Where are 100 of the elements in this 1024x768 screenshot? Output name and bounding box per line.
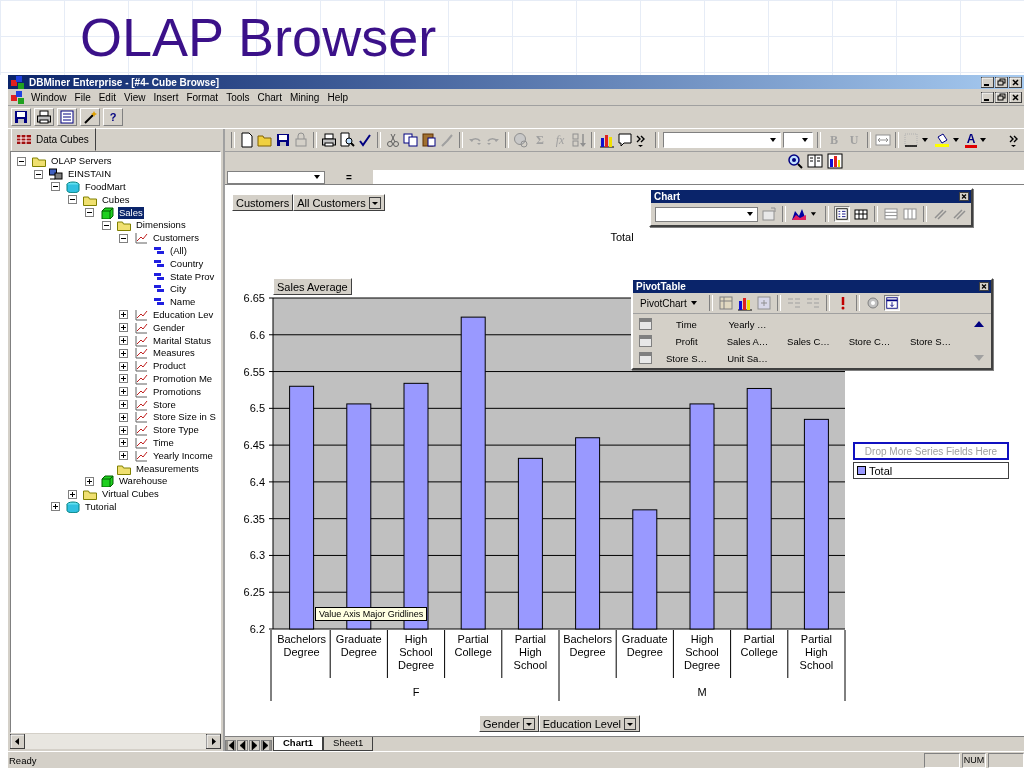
expander-icon[interactable] <box>34 169 43 179</box>
copy-icon[interactable] <box>403 132 419 148</box>
close-button[interactable] <box>1009 91 1022 103</box>
chart-wizard-icon[interactable] <box>827 153 843 169</box>
expander-icon[interactable] <box>119 425 128 435</box>
legend-icon[interactable] <box>834 206 850 222</box>
tree-item[interactable]: EINSTAIN <box>67 168 113 181</box>
tree-item[interactable]: Virtual Cubes <box>101 488 160 501</box>
data-table-icon[interactable] <box>853 206 869 222</box>
expander-icon[interactable] <box>119 336 128 346</box>
book-icon[interactable] <box>807 153 823 169</box>
scroll-up-icon[interactable] <box>973 320 985 328</box>
previous-sheet-button[interactable] <box>237 740 248 751</box>
tree-item[interactable]: (All) <box>169 244 188 257</box>
field-button[interactable]: Sales Average <box>273 278 352 295</box>
expander-icon[interactable] <box>102 220 111 230</box>
menu-item[interactable]: Help <box>324 91 351 103</box>
menu-button[interactable]: PivotChart <box>637 295 704 311</box>
restore-button[interactable] <box>995 91 1008 103</box>
restore-button[interactable] <box>995 76 1008 88</box>
list-button[interactable] <box>57 108 77 126</box>
tree-item[interactable]: Promotion Me <box>152 372 214 385</box>
tree-item[interactable]: City <box>169 283 188 296</box>
print-preview-icon[interactable] <box>339 132 355 148</box>
field-item[interactable]: Time <box>656 318 717 330</box>
field-item[interactable]: Unit Sa… <box>717 352 778 364</box>
tree-item[interactable]: FoodMart <box>84 181 127 193</box>
tree-item[interactable]: Promotions <box>152 385 203 398</box>
menu-item[interactable]: Tools <box>223 91 253 103</box>
menu-item[interactable]: Insert <box>150 91 182 103</box>
expander-icon[interactable] <box>119 400 128 410</box>
scroll-right-button[interactable] <box>206 734 221 749</box>
expander-icon[interactable] <box>119 323 128 333</box>
tree-item[interactable]: Customers <box>152 232 200 245</box>
name-box[interactable] <box>227 170 325 184</box>
caret-icon[interactable] <box>979 137 987 143</box>
menu-item[interactable]: View <box>120 91 149 103</box>
field-item[interactable]: Store C… <box>839 335 900 347</box>
tree-item[interactable]: Dimensions <box>135 219 187 232</box>
rows-icon[interactable] <box>883 206 899 222</box>
minimize-button[interactable] <box>981 91 994 103</box>
tree-item[interactable]: Measurements <box>135 462 200 475</box>
sheet-tab[interactable]: Chart1 <box>273 737 324 751</box>
field-item[interactable]: Store S… <box>900 335 961 347</box>
font-field[interactable] <box>663 132 781 148</box>
tree-item[interactable]: Store Size in S <box>152 411 217 424</box>
menu-item[interactable]: Edit <box>95 91 119 103</box>
menu-item[interactable]: File <box>71 91 94 103</box>
expander-icon[interactable] <box>51 182 60 192</box>
expander-icon[interactable] <box>119 310 128 320</box>
minimize-button[interactable] <box>981 76 994 88</box>
expander-icon[interactable] <box>119 233 128 243</box>
tree-item[interactable]: Warehouse <box>118 475 169 488</box>
font-color-button[interactable]: A <box>965 132 977 148</box>
expander-icon[interactable] <box>119 412 128 422</box>
sheet-tab[interactable]: Sheet1 <box>323 737 374 751</box>
expander-icon[interactable] <box>119 374 128 384</box>
tree-item[interactable]: Store Type <box>152 424 200 437</box>
expander-icon[interactable] <box>119 361 128 371</box>
borders-icon[interactable] <box>903 132 919 148</box>
field-item[interactable]: Sales C… <box>778 335 839 347</box>
menu-item[interactable]: Chart <box>254 91 285 103</box>
merge-icon[interactable] <box>875 132 891 148</box>
new-page-icon[interactable] <box>239 132 255 148</box>
tree-item[interactable]: Product <box>152 360 187 373</box>
expander-icon[interactable] <box>119 451 128 461</box>
expander-icon[interactable] <box>51 502 60 512</box>
close-button[interactable] <box>979 282 989 291</box>
tree-item[interactable]: Time <box>152 436 175 449</box>
field-item[interactable]: Store S… <box>656 352 717 364</box>
caret-icon[interactable] <box>810 211 817 217</box>
tree-item[interactable]: OLAP Servers <box>50 155 113 168</box>
side-tab[interactable]: Data Cubes <box>11 128 96 151</box>
bar-chart-icon[interactable] <box>736 295 753 311</box>
expander-icon[interactable] <box>68 489 77 499</box>
field-button[interactable]: Education Level <box>538 715 640 732</box>
tree-item[interactable]: Yearly Income <box>152 449 214 462</box>
chart-objects-field[interactable] <box>655 206 759 222</box>
caret-icon[interactable] <box>769 137 777 143</box>
wand-button[interactable] <box>80 108 100 126</box>
expander-icon[interactable] <box>68 195 77 205</box>
bar-chart-icon[interactable] <box>599 132 615 148</box>
tree-item[interactable]: Cubes <box>101 193 131 206</box>
caret-icon[interactable] <box>313 174 321 180</box>
paint-bucket-icon[interactable] <box>934 132 950 148</box>
tree-item[interactable]: Country <box>169 257 205 270</box>
save-button[interactable] <box>11 108 31 126</box>
close-button[interactable] <box>959 192 969 201</box>
expander-icon[interactable] <box>85 476 94 486</box>
field-item[interactable]: Yearly … <box>717 318 778 330</box>
clipboard-icon[interactable] <box>421 132 437 148</box>
next-sheet-button[interactable] <box>249 740 260 751</box>
field-item[interactable]: Profit <box>656 335 717 347</box>
scroll-left-button[interactable] <box>10 734 25 749</box>
check-icon[interactable] <box>357 132 373 148</box>
field-button[interactable]: Customers <box>232 194 294 211</box>
expander-icon[interactable] <box>17 156 26 166</box>
tree-item[interactable]: State Prov <box>169 270 216 283</box>
tree-item[interactable]: Marital Status <box>152 334 213 347</box>
speech-bubble-icon[interactable] <box>617 132 633 148</box>
